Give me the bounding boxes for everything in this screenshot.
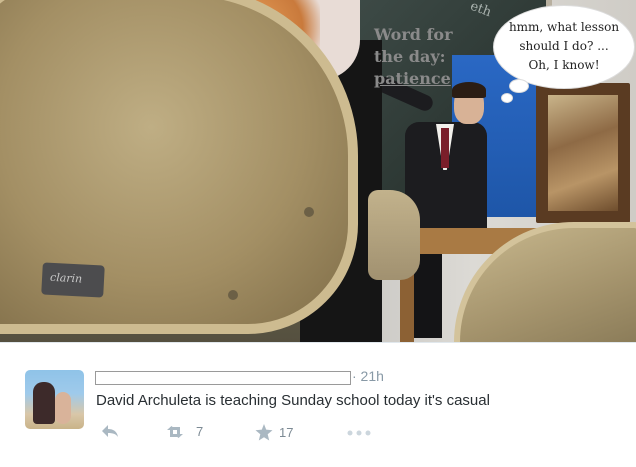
more-icon — [347, 430, 371, 436]
word-note-line2: the day: — [374, 47, 446, 66]
tweet-timestamp[interactable]: · 21h — [352, 368, 384, 384]
thought-bubble-text: hmm, what lesson should I do? ... Oh, I … — [494, 18, 634, 75]
reply-icon — [102, 425, 118, 437]
chair-plate: clarin — [41, 262, 105, 298]
redacted-username-box — [95, 371, 351, 385]
retweet-button[interactable]: 7 — [166, 424, 203, 439]
avatar-person — [33, 382, 55, 424]
avatar[interactable] — [25, 370, 84, 429]
chair-plate-text: clarin — [49, 270, 83, 286]
chair-back-small — [368, 190, 420, 280]
word-for-the-day-note: Word for the day: patience — [374, 24, 453, 90]
tweet-text: David Archuleta is teaching Sunday schoo… — [96, 392, 490, 409]
thought-line2: should I do? ... — [519, 39, 609, 53]
word-note-line1: Word for — [374, 25, 453, 44]
retweet-count: 7 — [196, 424, 204, 439]
more-button[interactable] — [347, 430, 371, 436]
avatar-person — [55, 392, 71, 424]
star-icon — [255, 424, 273, 441]
thought-bubble-puff — [510, 80, 528, 92]
word-note-line3: patience — [374, 69, 451, 88]
thought-line1: hmm, what lesson — [508, 20, 620, 34]
tweet-photo[interactable]: eth clarin Word for the day: patience hm… — [0, 0, 636, 342]
thought-line3: Oh, I know! — [528, 58, 600, 72]
chair-bolt — [304, 207, 314, 217]
teacher-tie — [441, 128, 449, 168]
chair-bolt — [228, 290, 238, 300]
favorite-button[interactable]: 17 — [255, 424, 293, 441]
reply-button[interactable] — [100, 424, 120, 438]
painting — [548, 95, 618, 211]
favorite-count: 17 — [279, 425, 294, 440]
retweet-icon — [167, 425, 183, 438]
teacher-hair — [452, 82, 486, 98]
thought-bubble-puff — [502, 94, 512, 102]
